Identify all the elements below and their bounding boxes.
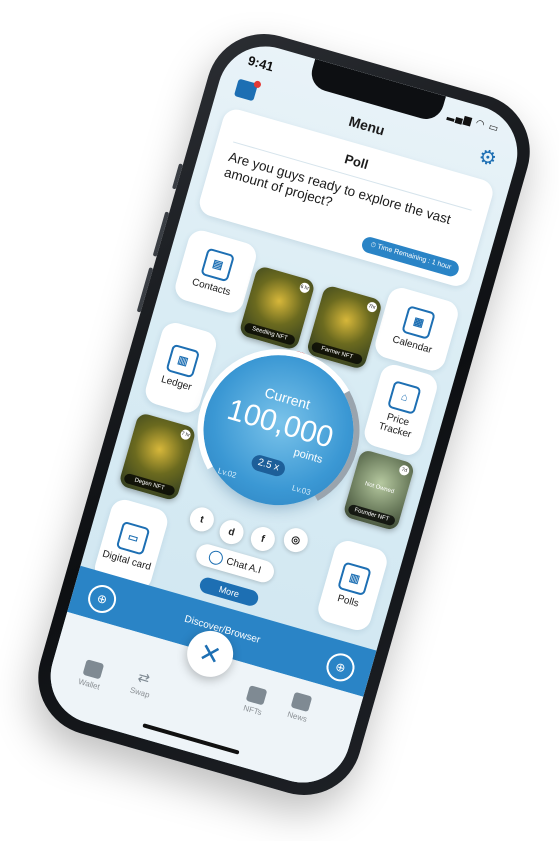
- status-time: 9:41: [246, 52, 276, 75]
- nav-nfts-label: NFTs: [242, 703, 263, 718]
- wallet-icon: [82, 659, 105, 680]
- nav-news-label: News: [286, 709, 309, 724]
- close-icon: ✕: [195, 636, 225, 671]
- twitter-icon[interactable]: t: [187, 504, 217, 535]
- price-tracker-tile[interactable]: ⌂ Price Tracker: [361, 361, 441, 459]
- news-icon: [290, 691, 313, 713]
- scene: 9:41 ▂▄▆ ◠ ▭ Menu ⚙ Poll Are you guys re…: [0, 0, 559, 841]
- ledger-icon: ▥: [165, 343, 201, 378]
- price-tracker-label: Price Tracker: [377, 411, 413, 441]
- nav-wallet-label: Wallet: [77, 676, 101, 692]
- polls-tile[interactable]: ▥ Polls: [314, 537, 391, 634]
- nav-nfts[interactable]: NFTs: [242, 685, 268, 717]
- not-owned-label: Not Owned: [364, 481, 395, 496]
- calendar-tile[interactable]: ▦ Calendar: [372, 284, 462, 374]
- chat-ai-label: Chat A.I: [225, 555, 263, 576]
- status-icons: ▂▄▆ ◠ ▭: [446, 109, 501, 135]
- poll-chart-icon: ▥: [337, 560, 372, 596]
- nft-chip: 6 hr: [298, 281, 311, 294]
- chat-bubble-icon: [207, 549, 225, 567]
- facebook-icon[interactable]: f: [248, 524, 278, 554]
- nft-card-degen[interactable]: 7 hr Degen NFT: [118, 411, 197, 502]
- nft-label: Degen NFT: [123, 472, 176, 497]
- nft-chip: 7 hr: [179, 428, 192, 441]
- nft-card-farmer[interactable]: 7hr Farmer NFT: [305, 284, 384, 371]
- nft-chip: 7d: [398, 464, 411, 477]
- nav-news[interactable]: News: [286, 691, 313, 724]
- points-dial: Current 100,000 points 2.5 x Lv.02 Lv.03: [178, 329, 379, 531]
- nav-swap[interactable]: ⇄ Swap: [129, 667, 156, 699]
- image-icon: [245, 685, 268, 706]
- digital-card-label: Digital card: [101, 548, 153, 573]
- discord-icon[interactable]: d: [216, 517, 247, 547]
- polls-label: Polls: [336, 592, 361, 610]
- nav-swap-label: Swap: [128, 685, 151, 700]
- nft-label: Founder NFT: [347, 503, 397, 527]
- calendar-icon: ▦: [401, 304, 437, 340]
- price-tag-icon: ⌂: [387, 380, 422, 415]
- card-icon: ▭: [115, 520, 151, 556]
- nft-chip: 7hr: [365, 300, 379, 314]
- swap-icon: ⇄: [136, 668, 152, 687]
- nav-wallet[interactable]: Wallet: [77, 659, 106, 692]
- time-remaining-label: Time Remaining : 1 hour: [376, 243, 452, 272]
- nft-label: Seedling NFT: [243, 321, 297, 346]
- contacts-icon: ▤: [200, 247, 236, 282]
- phone-device: 9:41 ▂▄▆ ◠ ▭ Menu ⚙ Poll Are you guys re…: [24, 20, 544, 809]
- instagram-icon[interactable]: ◎: [280, 525, 311, 555]
